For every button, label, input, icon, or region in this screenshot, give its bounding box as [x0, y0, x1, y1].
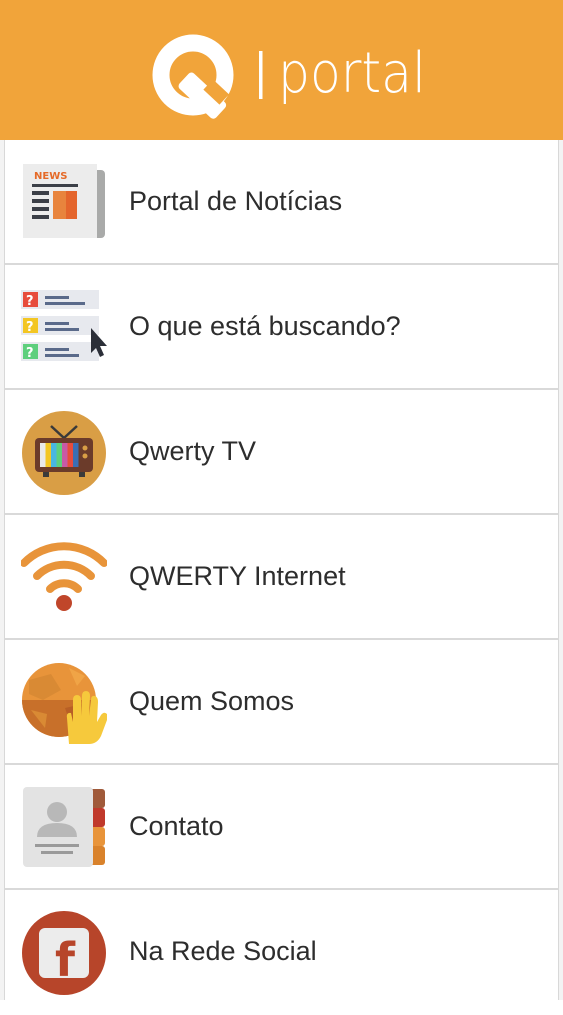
menu-item-na-rede-social[interactable]: f Na Rede Social — [5, 890, 558, 1015]
menu-item-o-que-esta-buscando[interactable]: ? ? ? O que está buscando? — [5, 265, 558, 390]
question-list-icon: ? ? ? — [21, 285, 107, 371]
wifi-icon — [21, 535, 107, 621]
menu-item-qwerty-internet[interactable]: QWERTY Internet — [5, 515, 558, 640]
news-badge: NEWS — [34, 171, 67, 182]
app-header: portal — [0, 0, 563, 140]
menu-item-quem-somos[interactable]: Quem Somos — [5, 640, 558, 765]
menu-item-portal-de-noticias[interactable]: NEWS Portal de Notícias — [5, 140, 558, 265]
question-mark-green: ? — [26, 346, 34, 361]
q-logo-icon — [152, 34, 234, 119]
question-mark-red: ? — [26, 294, 34, 309]
newspaper-icon: NEWS — [21, 160, 107, 246]
facebook-icon: f — [21, 910, 107, 996]
portal-logo: portal — [152, 34, 426, 119]
menu-item-label: Na Rede Social — [129, 936, 317, 966]
menu-item-contato[interactable]: Contato — [5, 765, 558, 890]
menu-item-label: Qwerty TV — [129, 436, 257, 466]
menu-item-qwerty-tv[interactable]: Qwerty TV — [5, 390, 558, 515]
brand-text: portal — [278, 41, 426, 106]
menu-item-label: QWERTY Internet — [129, 561, 346, 591]
menu-item-label: Contato — [129, 811, 224, 841]
question-mark-yellow: ? — [26, 320, 34, 335]
facebook-glyph: f — [55, 933, 76, 987]
menu-item-label: Portal de Notícias — [129, 186, 343, 216]
main-menu: NEWS Portal de Notícias ? ? ? O que está… — [4, 140, 559, 1000]
tv-icon — [21, 410, 107, 496]
menu-item-label: O que está buscando? — [129, 311, 401, 341]
address-book-icon — [21, 785, 107, 871]
logo-divider — [259, 51, 263, 99]
app-screen: portal NEWS Portal de Notícias ? ? ? O q… — [0, 0, 563, 1000]
menu-item-label: Quem Somos — [129, 686, 295, 716]
globe-hand-icon — [21, 660, 107, 746]
